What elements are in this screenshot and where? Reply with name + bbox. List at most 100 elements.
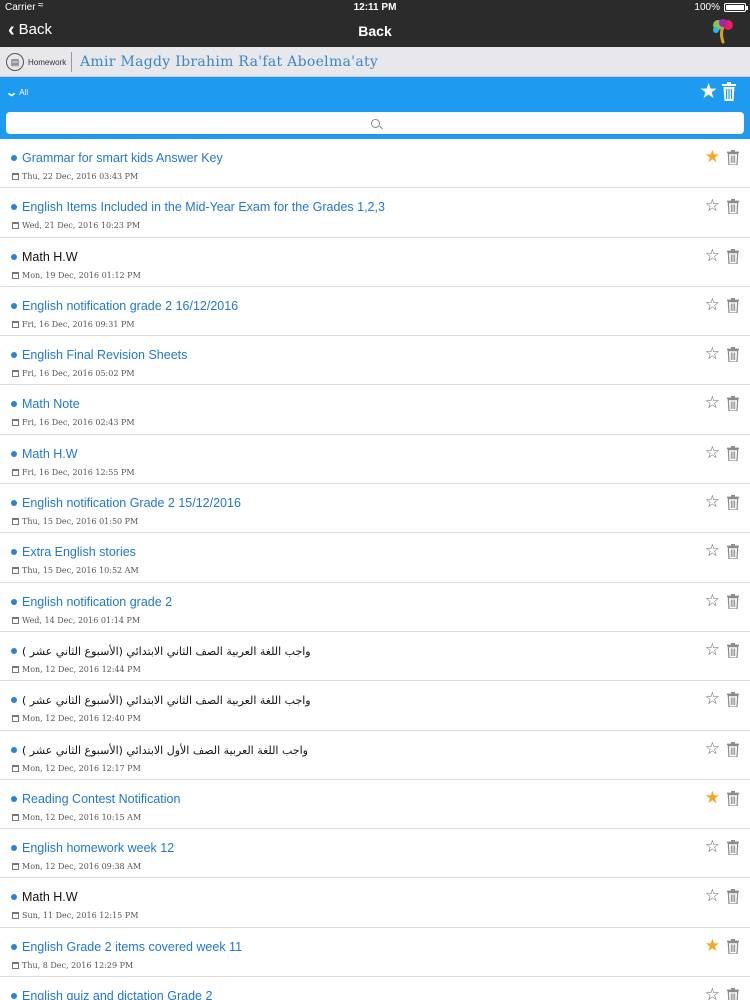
favorite-star-icon[interactable]: ☆ xyxy=(705,985,720,1000)
list-item[interactable]: English Grade 2 items covered week 11 Th… xyxy=(0,928,750,978)
item-title[interactable]: English notification Grade 2 15/12/2016 xyxy=(22,496,241,510)
bullet-dot xyxy=(11,746,17,753)
item-title[interactable]: واجب اللغة العربية الصف الثاني الابتدائي… xyxy=(22,645,311,658)
item-title[interactable]: English Final Revision Sheets xyxy=(22,348,187,362)
list-item[interactable]: Math Note Fri, 16 Dec, 2016 02:43 PM ☆ xyxy=(0,385,750,435)
trash-icon[interactable] xyxy=(727,445,739,461)
trash-icon[interactable] xyxy=(727,889,739,905)
search-box[interactable] xyxy=(6,112,744,134)
item-title[interactable]: Grammar for smart kids Answer Key xyxy=(22,151,223,165)
calendar-icon xyxy=(12,665,19,673)
item-date: Mon, 12 Dec, 2016 10:15 AM xyxy=(12,813,141,822)
list-item[interactable]: English quiz and dictation Grade 2 ☆ xyxy=(0,977,750,1000)
trash-icon[interactable] xyxy=(727,593,739,609)
favorite-star-icon[interactable]: ☆ xyxy=(705,591,720,611)
navigation-bar: ‹ Back Back xyxy=(0,15,750,47)
trash-icon[interactable] xyxy=(727,199,739,215)
list-item[interactable]: واجب اللغة العربية الصف الأول الابتدائي … xyxy=(0,731,750,780)
item-title[interactable]: English notification grade 2 xyxy=(22,595,172,609)
item-title[interactable]: Math H.W xyxy=(22,447,78,461)
favorite-star-icon[interactable]: ☆ xyxy=(705,541,720,561)
trash-icon[interactable] xyxy=(727,347,739,363)
favorite-star-icon[interactable]: ☆ xyxy=(705,246,720,266)
trash-icon[interactable] xyxy=(727,642,739,658)
calendar-icon xyxy=(12,715,19,723)
homework-section-badge[interactable]: ▤ Homework xyxy=(6,52,66,72)
filter-dropdown[interactable]: ⌄ All xyxy=(5,86,28,99)
item-title[interactable]: English Items Included in the Mid-Year E… xyxy=(22,200,385,214)
trash-icon[interactable] xyxy=(727,248,739,264)
favorites-filter-star-icon[interactable]: ★ xyxy=(699,80,718,104)
item-date: Mon, 12 Dec, 2016 12:17 PM xyxy=(12,764,141,773)
item-title[interactable]: English quiz and dictation Grade 2 xyxy=(22,989,212,1000)
filter-bar: ⌄ All ★ xyxy=(0,77,750,107)
bullet-dot xyxy=(11,302,17,309)
favorite-star-icon[interactable]: ☆ xyxy=(705,393,720,413)
calendar-icon xyxy=(12,271,19,279)
list-item[interactable]: English notification Grade 2 15/12/2016 … xyxy=(0,484,750,534)
item-title[interactable]: Extra English stories xyxy=(22,545,136,559)
trash-icon[interactable] xyxy=(727,840,739,856)
list-item[interactable]: واجب اللغة العربية الصف الثاني الابتدائي… xyxy=(0,632,750,682)
trash-icon[interactable] xyxy=(727,544,739,560)
item-date-text: Mon, 12 Dec, 2016 12:40 PM xyxy=(22,714,141,724)
item-date: Mon, 12 Dec, 2016 09:38 AM xyxy=(12,862,141,871)
delete-all-trash-icon[interactable] xyxy=(722,82,736,101)
trash-icon[interactable] xyxy=(727,150,739,165)
clock: 12:11 PM xyxy=(353,2,397,13)
item-date-text: Mon, 19 Dec, 2016 01:12 PM xyxy=(22,270,141,280)
favorite-star-icon[interactable]: ☆ xyxy=(705,886,720,906)
favorite-star-icon[interactable]: ☆ xyxy=(705,492,720,512)
bullet-dot xyxy=(11,253,17,260)
trash-icon[interactable] xyxy=(727,297,739,313)
favorite-star-icon[interactable]: ☆ xyxy=(705,640,720,660)
favorite-star-icon[interactable]: ☆ xyxy=(705,196,720,216)
back-button[interactable]: ‹ Back xyxy=(8,20,52,40)
list-item[interactable]: واجب اللغة العربية الصف الثاني الابتدائي… xyxy=(0,681,750,731)
item-date: Fri, 16 Dec, 2016 02:43 PM xyxy=(12,418,135,427)
list-item[interactable]: English Final Revision Sheets Fri, 16 De… xyxy=(0,336,750,386)
list-item[interactable]: Reading Contest Notification Mon, 12 Dec… xyxy=(0,780,750,830)
favorite-star-icon[interactable]: ★ xyxy=(705,147,720,167)
trash-icon[interactable] xyxy=(727,495,739,511)
list-item[interactable]: Math H.W Mon, 19 Dec, 2016 01:12 PM ☆ xyxy=(0,238,750,287)
favorite-star-icon[interactable]: ★ xyxy=(705,788,720,808)
item-title[interactable]: واجب اللغة العربية الصف الثاني الابتدائي… xyxy=(22,694,311,707)
favorite-star-icon[interactable]: ☆ xyxy=(705,443,720,463)
trash-icon[interactable] xyxy=(727,741,739,757)
list-item[interactable]: English notification grade 2 16/12/2016 … xyxy=(0,287,750,337)
trash-icon[interactable] xyxy=(727,396,739,412)
favorite-star-icon[interactable]: ★ xyxy=(705,936,720,956)
item-date: Mon, 12 Dec, 2016 12:44 PM xyxy=(12,665,141,674)
favorite-star-icon[interactable]: ☆ xyxy=(705,837,720,857)
item-title[interactable]: English Grade 2 items covered week 11 xyxy=(22,940,242,954)
trash-icon[interactable] xyxy=(727,938,739,954)
item-title[interactable]: Reading Contest Notification xyxy=(22,792,180,806)
favorite-star-icon[interactable]: ☆ xyxy=(705,739,720,759)
list-item[interactable]: English homework week 12 Mon, 12 Dec, 20… xyxy=(0,829,750,879)
list-item[interactable]: Math H.W Fri, 16 Dec, 2016 12:55 PM ☆ xyxy=(0,435,750,485)
search-input[interactable] xyxy=(6,112,744,134)
list-item[interactable]: English Items Included in the Mid-Year E… xyxy=(0,188,750,238)
item-title[interactable]: Math H.W xyxy=(22,890,78,904)
trash-icon[interactable] xyxy=(727,790,739,806)
trash-icon[interactable] xyxy=(727,988,739,1000)
calendar-icon xyxy=(12,863,19,871)
item-title[interactable]: Math Note xyxy=(22,397,80,411)
divider xyxy=(71,52,72,72)
book-icon: ▤ xyxy=(6,53,24,71)
item-date: Fri, 16 Dec, 2016 05:02 PM xyxy=(12,369,135,378)
list-item[interactable]: English notification grade 2 Wed, 14 Dec… xyxy=(0,583,750,632)
favorite-star-icon[interactable]: ☆ xyxy=(705,689,720,709)
item-title[interactable]: واجب اللغة العربية الصف الأول الابتدائي … xyxy=(22,744,308,757)
item-title[interactable]: Math H.W xyxy=(22,250,78,264)
item-title[interactable]: English homework week 12 xyxy=(22,841,174,855)
list-item[interactable]: Grammar for smart kids Answer Key Thu, 2… xyxy=(0,139,750,189)
favorite-star-icon[interactable]: ☆ xyxy=(705,344,720,364)
item-date-text: Thu, 15 Dec, 2016 10:52 AM xyxy=(22,566,139,576)
list-item[interactable]: Math H.W Sun, 11 Dec, 2016 12:15 PM ☆ xyxy=(0,878,750,928)
item-title[interactable]: English notification grade 2 16/12/2016 xyxy=(22,299,238,313)
trash-icon[interactable] xyxy=(727,692,739,708)
favorite-star-icon[interactable]: ☆ xyxy=(705,295,720,315)
list-item[interactable]: Extra English stories Thu, 15 Dec, 2016 … xyxy=(0,533,750,583)
